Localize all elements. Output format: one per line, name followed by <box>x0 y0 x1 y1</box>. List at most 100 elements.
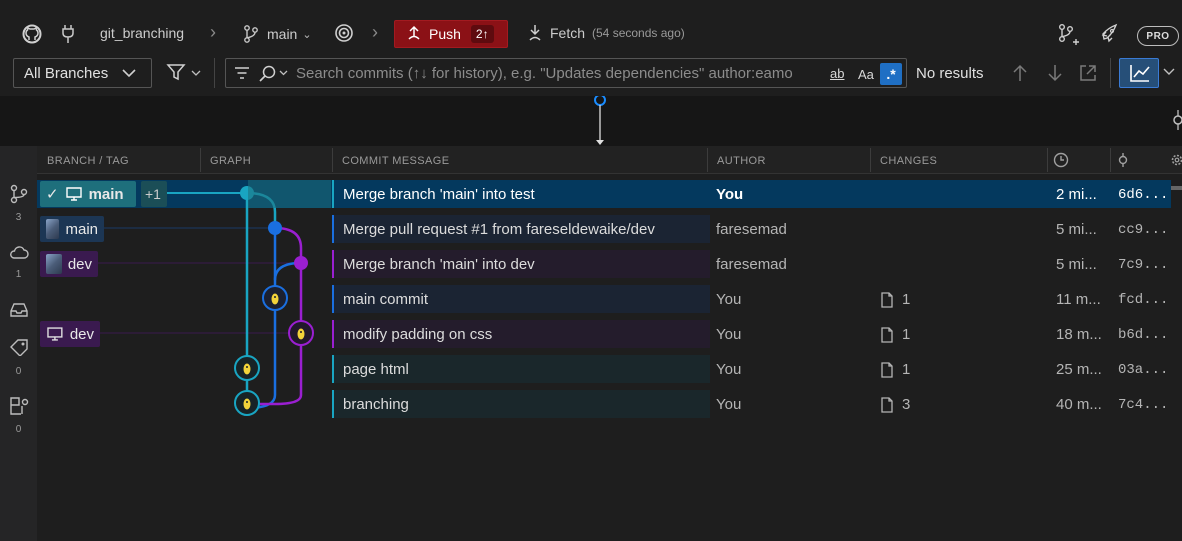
scrollbar-track[interactable] <box>1171 174 1182 541</box>
list-filter-icon[interactable] <box>234 66 250 80</box>
cloud-icon[interactable] <box>9 244 29 260</box>
commit-row[interactable]: dev modify padding on css You 1 18 m... … <box>37 320 1171 348</box>
tags-count: 0 <box>15 366 22 377</box>
column-divider[interactable] <box>1047 148 1048 172</box>
graph-options-dropdown[interactable] <box>1163 67 1175 77</box>
commit-row[interactable]: dev Merge branch 'main' into dev faresem… <box>37 250 1171 278</box>
commit-row[interactable]: page html You 1 25 m... 03a... <box>37 355 1171 383</box>
search-icon[interactable] <box>258 65 290 83</box>
filter-button[interactable] <box>166 63 206 83</box>
commit-author: You <box>716 396 742 413</box>
rocket-icon[interactable] <box>1100 23 1120 43</box>
column-divider[interactable] <box>332 148 333 172</box>
chevron-down-icon <box>1163 68 1175 75</box>
link-external-icon <box>1080 65 1096 81</box>
push-count-badge: 2↑ <box>470 25 494 43</box>
match-word-toggle[interactable]: ab <box>830 66 844 81</box>
column-header-commit-message[interactable]: COMMIT MESSAGE <box>342 155 449 167</box>
column-header-branch-tag[interactable]: BRANCH / TAG <box>47 155 129 167</box>
commit-author: You <box>716 361 742 378</box>
commit-changes: 1 <box>880 361 910 378</box>
next-result-button[interactable] <box>1047 64 1063 82</box>
branch-ref-chip[interactable]: ✓ main <box>40 181 136 207</box>
open-in-view-button[interactable] <box>1078 63 1098 83</box>
filter-icon <box>166 64 201 81</box>
commit-author: You <box>716 186 744 203</box>
commit-message: Merge pull request #1 from fareseldewaik… <box>343 221 655 238</box>
arrow-up-icon <box>1013 64 1027 81</box>
search-input[interactable] <box>296 65 826 82</box>
worktrees-count: 0 <box>15 424 22 435</box>
extra-refs-chip[interactable]: +1 <box>141 181 167 207</box>
plug-icon[interactable] <box>60 24 76 44</box>
toolbar-divider-2 <box>1110 58 1111 88</box>
commit-time: 5 mi... <box>1056 256 1097 273</box>
minimap-chart <box>594 96 1182 145</box>
commit-message: branching <box>343 396 409 413</box>
graph-view-toggle[interactable] <box>1119 58 1159 88</box>
repo-name-button[interactable]: git_branching <box>100 25 184 41</box>
column-divider[interactable] <box>870 148 871 172</box>
chevron-right-icon: › <box>210 22 216 42</box>
match-case-toggle[interactable]: Aa <box>858 67 874 82</box>
branch-name: main <box>267 26 298 42</box>
toolbar-divider <box>214 58 215 88</box>
settings-icon[interactable] <box>1170 152 1182 168</box>
stash-inbox-icon[interactable] <box>9 302 29 318</box>
commit-changes: 3 <box>880 396 910 413</box>
commit-author: You <box>716 326 742 343</box>
push-button[interactable]: Push 2↑ <box>394 20 508 48</box>
github-icon[interactable] <box>22 24 42 44</box>
commit-sha: b6d... <box>1118 327 1169 343</box>
commit-sha: fcd... <box>1118 292 1169 308</box>
commit-message: modify padding on css <box>343 326 493 343</box>
left-rail: 3 1 0 0 <box>0 146 37 541</box>
commit-row[interactable]: main commit You 1 11 m... fcd... <box>37 285 1171 313</box>
column-header-graph[interactable]: GRAPH <box>210 155 251 167</box>
commit-row[interactable]: main Merge pull request #1 from fareseld… <box>37 215 1171 243</box>
commit-minimap[interactable] <box>0 96 1182 146</box>
target-icon[interactable] <box>334 23 354 43</box>
regex-toggle[interactable]: .* <box>880 63 902 85</box>
tag-icon[interactable] <box>9 338 31 356</box>
fetch-time: (54 seconds ago) <box>592 26 685 40</box>
branch-label: dev <box>67 255 92 273</box>
column-divider[interactable] <box>707 148 708 172</box>
branch-ref-chip[interactable]: dev <box>40 321 100 347</box>
commit-message: Merge branch 'main' into test <box>343 186 535 203</box>
commit-icon[interactable] <box>1116 152 1130 168</box>
checkmark-icon: ✓ <box>46 186 59 203</box>
commit-row[interactable]: ✓ main +1 Merge branch 'main' into test … <box>37 180 1171 208</box>
search-box[interactable]: ab Aa .* <box>225 58 907 88</box>
column-divider[interactable] <box>1110 148 1111 172</box>
previous-result-button[interactable] <box>1012 64 1028 82</box>
commit-sha: 7c4... <box>1118 397 1169 413</box>
top-toolbar: git_branching › main ⌄ › Push 2↑ Fetch (… <box>0 14 1182 54</box>
changes-count: 1 <box>902 361 911 378</box>
branch-label: dev <box>69 325 94 343</box>
clock-icon[interactable] <box>1053 152 1069 168</box>
commit-message: Merge branch 'main' into dev <box>343 256 535 273</box>
column-header-changes[interactable]: CHANGES <box>880 155 937 167</box>
scrollbar-thumb[interactable] <box>1171 186 1182 190</box>
column-divider[interactable] <box>200 148 201 172</box>
branch-label: main <box>65 220 98 238</box>
worktree-icon[interactable] <box>9 396 31 416</box>
column-header-author[interactable]: AUTHOR <box>717 155 766 167</box>
branch-filter-select[interactable]: All Branches <box>13 58 152 88</box>
branch-ref-chip[interactable]: main <box>40 216 104 242</box>
branches-icon[interactable] <box>9 184 29 204</box>
branch-ref-chip[interactable]: dev <box>40 251 98 277</box>
pro-badge[interactable]: PRO <box>1137 26 1179 46</box>
commit-row[interactable]: branching You 3 40 m... 7c4... <box>37 390 1171 418</box>
arrow-down-icon <box>1048 65 1062 82</box>
commit-sha: cc9... <box>1118 222 1169 238</box>
fetch-button[interactable]: Fetch (54 seconds ago) <box>526 24 685 42</box>
commit-author: You <box>716 291 742 308</box>
branch-selector[interactable]: main ⌄ <box>243 24 312 44</box>
commit-message: page html <box>343 361 409 378</box>
branch-label: main <box>88 185 124 203</box>
file-icon <box>881 291 893 308</box>
create-branch-icon[interactable] <box>1057 23 1079 47</box>
commit-time: 25 m... <box>1056 361 1102 378</box>
